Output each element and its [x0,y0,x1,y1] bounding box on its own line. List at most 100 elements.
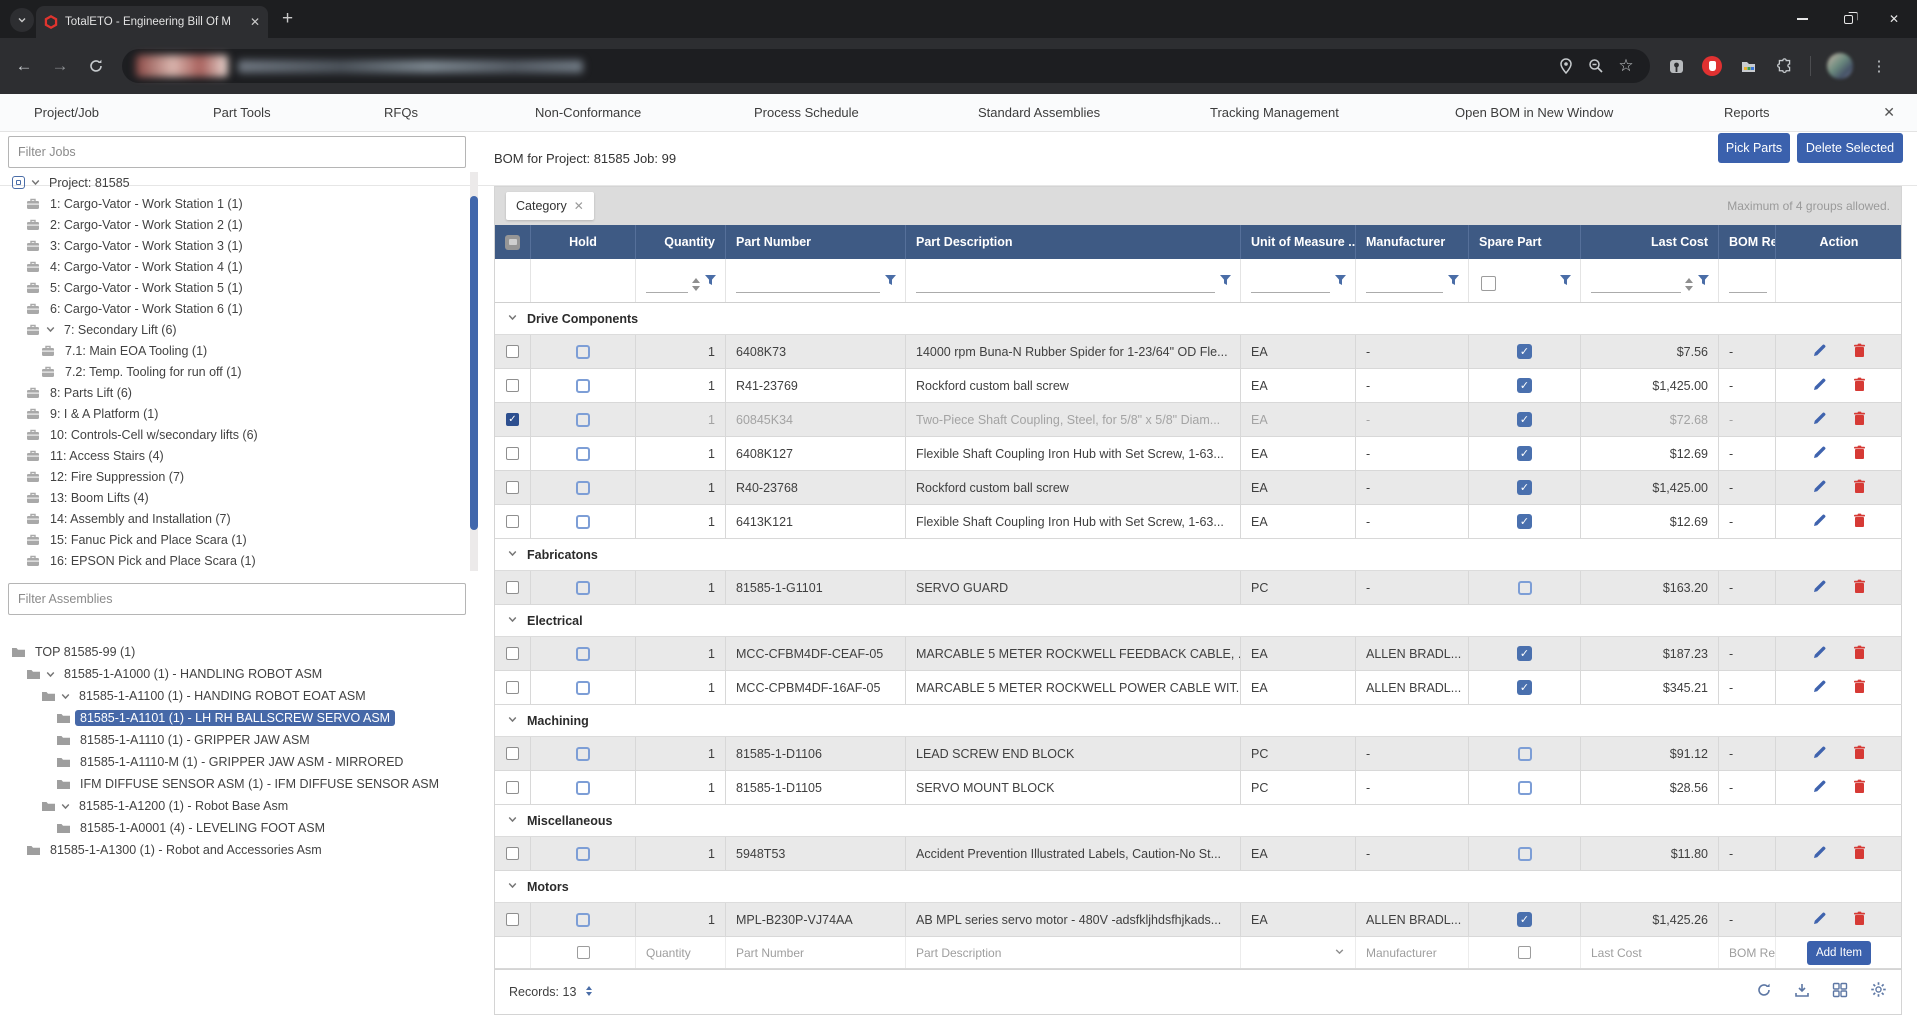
job-tree-item[interactable]: 3: Cargo-Vator - Work Station 3 (1) [0,235,466,256]
hold-checkbox[interactable] [576,681,590,695]
delete-trash-icon[interactable] [1853,411,1866,429]
nav-item-tracking-management[interactable]: Tracking Management [1210,94,1339,131]
cell-spare-part[interactable]: ✓ [1469,437,1581,471]
chevron-down-icon[interactable] [30,177,44,188]
spare-checkbox-checked[interactable]: ✓ [1517,480,1532,495]
jobs-tree-scrollbar[interactable] [470,172,478,571]
column-header-select[interactable] [495,225,531,259]
add-row-cell-last-cost[interactable]: Last Cost [1581,937,1719,968]
new-tab-button[interactable]: + [282,7,293,31]
nav-item-part-tools[interactable]: Part Tools [213,94,271,131]
row-select-checkbox[interactable] [506,581,519,594]
edit-pencil-icon[interactable] [1812,845,1827,863]
nav-item-standard-assemblies[interactable]: Standard Assemblies [978,94,1100,131]
minimize-button[interactable] [1779,0,1825,38]
assembly-tree-item[interactable]: 81585-1-A1100 (1) - HANDING ROBOT EOAT A… [0,685,466,707]
filter-cell[interactable] [1241,259,1356,302]
group-header-row[interactable]: Drive Components [495,303,1901,335]
cell-hold[interactable] [531,571,636,605]
filter-funnel-icon[interactable] [1697,273,1710,293]
group-header-row[interactable]: Machining [495,705,1901,737]
cell-spare-part[interactable] [1469,837,1581,871]
spare-checkbox-checked[interactable]: ✓ [1517,646,1532,661]
cell-select[interactable] [495,837,531,871]
cell-spare-part[interactable]: ✓ [1469,637,1581,671]
row-select-checkbox[interactable] [506,747,519,760]
cell-spare-part[interactable]: ✓ [1469,369,1581,403]
cell-spare-part[interactable] [1469,571,1581,605]
table-row[interactable]: ✓160845K34Two-Piece Shaft Coupling, Stee… [495,403,1901,437]
table-row[interactable]: 16408K127Flexible Shaft Coupling Iron Hu… [495,437,1901,471]
delete-trash-icon[interactable] [1853,579,1866,597]
add-row-cell-part-number[interactable]: Part Number [726,937,906,968]
spare-checkbox[interactable] [1518,847,1532,861]
job-tree-item[interactable]: 6: Cargo-Vator - Work Station 6 (1) [0,298,466,319]
edit-pencil-icon[interactable] [1812,911,1827,929]
table-row[interactable]: 16413K121Flexible Shaft Coupling Iron Hu… [495,505,1901,539]
cell-spare-part[interactable]: ✓ [1469,335,1581,369]
chevron-down-icon[interactable] [507,614,518,628]
job-tree-item[interactable]: Project: 81585 [0,172,466,193]
delete-trash-icon[interactable] [1853,445,1866,463]
row-select-checkbox[interactable] [506,781,519,794]
delete-trash-icon[interactable] [1853,513,1866,531]
edit-pencil-icon[interactable] [1812,445,1827,463]
filter-checkbox[interactable] [1481,276,1496,291]
row-select-checkbox[interactable] [506,913,519,926]
cell-select[interactable] [495,637,531,671]
cell-spare-part[interactable]: ✓ [1469,505,1581,539]
remove-group-icon[interactable]: ✕ [574,199,584,213]
filter-funnel-icon[interactable] [1559,273,1572,293]
job-tree-item[interactable]: 10: Controls-Cell w/secondary lifts (6) [0,424,466,445]
spare-checkbox-checked[interactable]: ✓ [1517,378,1532,393]
job-tree-item[interactable]: 8: Parts Lift (6) [0,382,466,403]
back-icon[interactable]: ← [14,56,34,76]
add-row-checkbox[interactable] [1518,946,1531,959]
cell-spare-part[interactable] [1469,737,1581,771]
spare-checkbox[interactable] [1518,581,1532,595]
edit-pencil-icon[interactable] [1812,645,1827,663]
chevron-down-icon[interactable] [507,714,518,728]
chevron-down-icon[interactable] [45,324,59,335]
chevron-down-icon[interactable] [507,880,518,894]
adblock-extension-icon[interactable] [1702,56,1722,76]
tab-close-icon[interactable]: ✕ [250,15,260,29]
forward-icon[interactable]: → [50,56,70,76]
cell-hold[interactable] [531,369,636,403]
filter-cell[interactable] [1356,259,1469,302]
cell-spare-part[interactable]: ✓ [1469,471,1581,505]
nav-close-icon[interactable]: ✕ [1883,94,1895,131]
edit-pencil-icon[interactable] [1812,679,1827,697]
column-header-BOM Rev.[interactable]: BOM Rev. [1719,225,1776,259]
job-tree-item[interactable]: 2: Cargo-Vator - Work Station 2 (1) [0,214,466,235]
column-chooser-icon[interactable] [1832,982,1848,1003]
column-header-Spare Part[interactable]: Spare Part [1469,225,1581,259]
job-tree-item[interactable]: 4: Cargo-Vator - Work Station 4 (1) [0,256,466,277]
table-row[interactable]: 1MCC-CFBM4DF-CEAF-05MARCABLE 5 METER ROC… [495,637,1901,671]
spare-checkbox-checked[interactable]: ✓ [1517,912,1532,927]
column-header-Hold[interactable]: Hold [531,225,636,259]
nav-item-process-schedule[interactable]: Process Schedule [754,94,859,131]
row-select-checkbox[interactable] [506,447,519,460]
filter-cell[interactable] [636,259,726,302]
location-icon[interactable] [1556,56,1576,76]
cell-select[interactable] [495,505,531,539]
filter-input-underline[interactable] [1729,275,1767,293]
settings-gear-icon[interactable] [1870,981,1887,1003]
assembly-tree-item[interactable]: 81585-1-A1300 (1) - Robot and Accessorie… [0,839,466,861]
assembly-tree-item[interactable]: 81585-1-A0001 (4) - LEVELING FOOT ASM [0,817,466,839]
row-select-checkbox[interactable] [506,847,519,860]
delete-trash-icon[interactable] [1853,845,1866,863]
table-row[interactable]: 181585-1-D1106LEAD SCREW END BLOCKPC-$91… [495,737,1901,771]
job-tree-item[interactable]: 5: Cargo-Vator - Work Station 5 (1) [0,277,466,298]
cell-select[interactable] [495,903,531,937]
cell-hold[interactable] [531,671,636,705]
filter-funnel-icon[interactable] [1334,273,1347,293]
group-chip-category[interactable]: Category ✕ [506,192,594,220]
job-tree-item[interactable]: 16: EPSON Pick and Place Scara (1) [0,550,466,571]
job-tree-item[interactable]: 99: Material Handling Robot (1) [0,571,466,572]
row-select-checkbox[interactable] [506,515,519,528]
nav-item-open-bom-in-new-window[interactable]: Open BOM in New Window [1455,94,1613,131]
cell-select[interactable] [495,369,531,403]
hold-checkbox[interactable] [576,345,590,359]
